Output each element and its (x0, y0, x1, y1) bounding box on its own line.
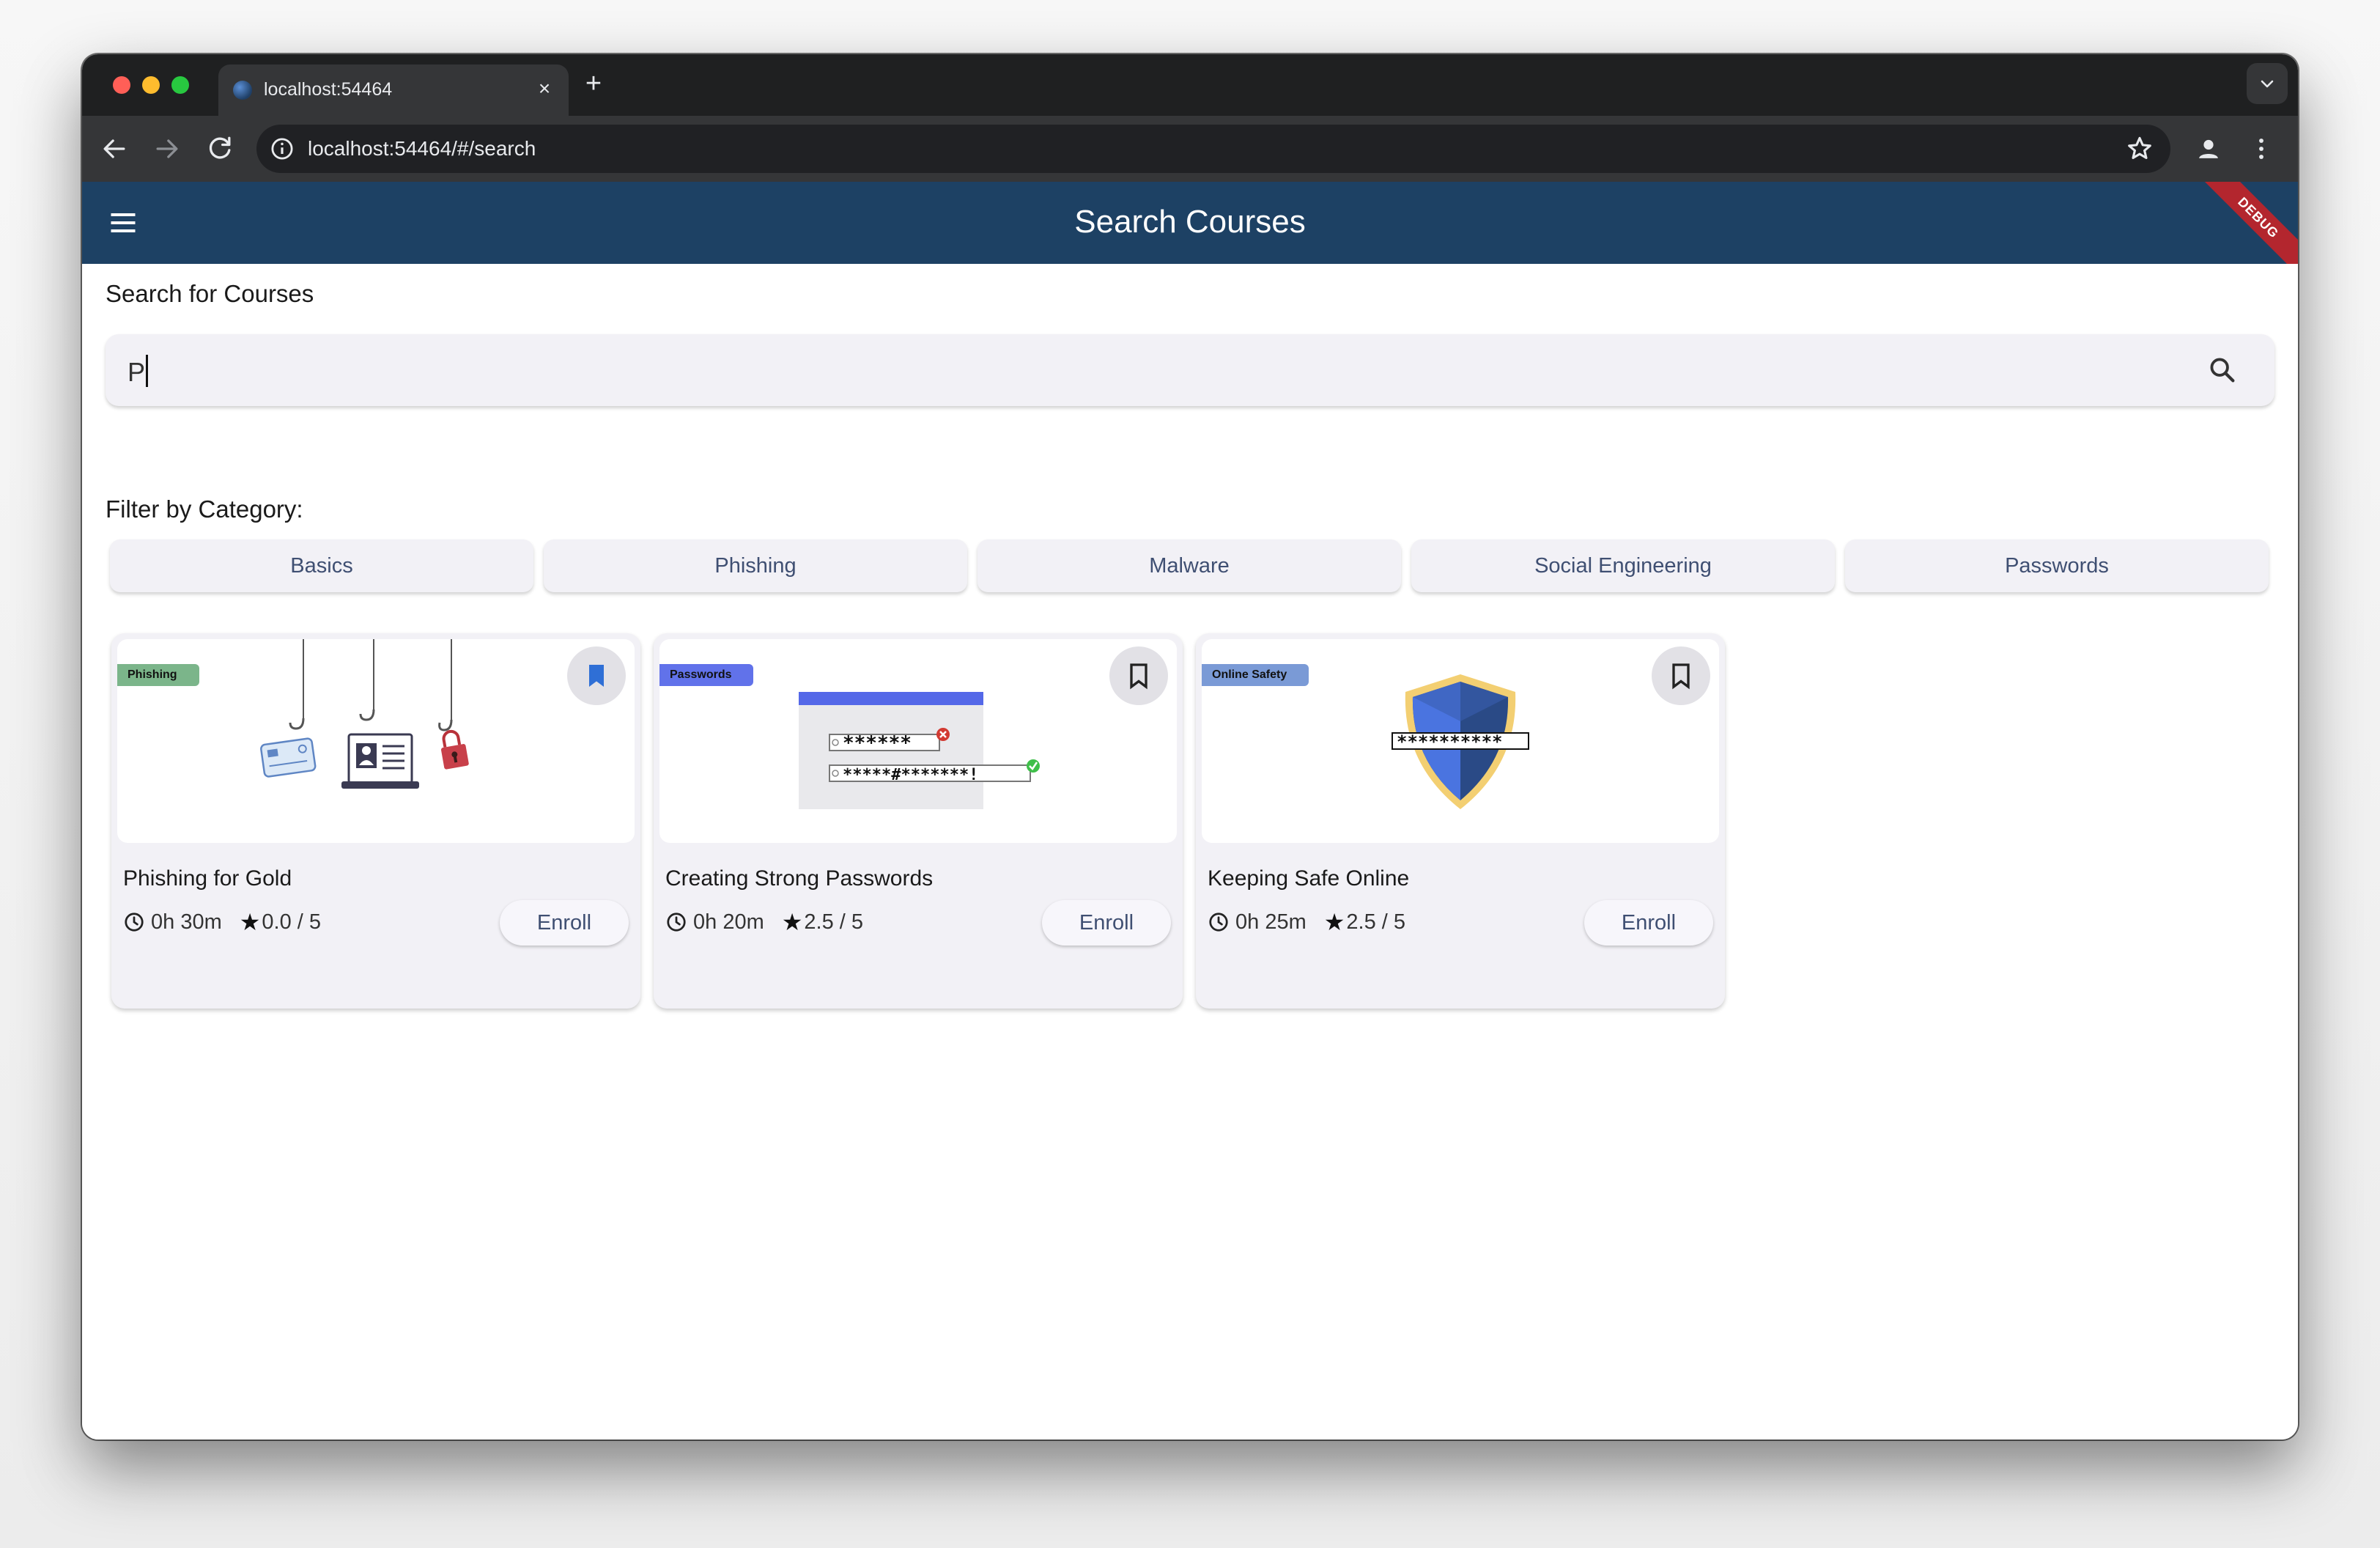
search-page: Search for Courses P Filter by Category:… (82, 264, 2298, 1440)
category-chip-social-engineering[interactable]: Social Engineering (1411, 539, 1835, 592)
course-rating: 2.5 / 5 (1346, 910, 1406, 934)
app-bar: Search Courses DEBUG (82, 182, 2298, 264)
bookmark-outline-icon (1672, 663, 1690, 690)
close-window-button[interactable] (113, 76, 130, 94)
bookmark-button[interactable] (1652, 646, 1710, 705)
bookmark-button[interactable] (1109, 646, 1168, 705)
course-duration: 0h 25m (1235, 910, 1307, 934)
search-heading: Search for Courses (106, 280, 314, 307)
text-caret (146, 355, 149, 387)
clock-icon (1209, 913, 1228, 932)
filter-heading: Filter by Category: (106, 495, 303, 523)
clock-icon (667, 913, 686, 932)
course-thumbnail: Phishing (117, 639, 635, 843)
star-icon: ★ (239, 909, 261, 935)
tab-close-icon[interactable]: × (533, 78, 555, 100)
course-category-tag: Passwords (659, 664, 754, 686)
new-tab-button[interactable]: + (577, 67, 610, 100)
reload-button[interactable] (204, 133, 236, 165)
credit-card-icon (260, 737, 317, 778)
tab-dropdown-button[interactable] (2247, 63, 2288, 104)
category-chip-basics[interactable]: Basics (110, 539, 533, 592)
course-thumbnail: ********** Online Safety (1202, 639, 1719, 843)
enroll-button[interactable]: Enroll (1584, 900, 1713, 946)
address-bar[interactable]: localhost:54464/#/search (256, 125, 2170, 173)
back-button[interactable] (98, 133, 130, 165)
clock-icon (125, 913, 144, 932)
page-title: Search Courses (1074, 204, 1306, 240)
star-icon: ★ (781, 909, 803, 935)
browser-toolbar: localhost:54464/#/search (82, 116, 2298, 182)
site-info-icon[interactable] (267, 133, 298, 164)
course-title: Phishing for Gold (123, 866, 292, 891)
weak-password-field: ****** (843, 732, 912, 754)
back-arrow-icon (103, 139, 125, 158)
reload-icon (209, 136, 231, 159)
url-text: localhost:54464/#/search (308, 137, 536, 160)
forward-arrow-icon (156, 139, 178, 158)
browser-menu-button[interactable] (2245, 133, 2277, 165)
course-title: Creating Strong Passwords (665, 866, 934, 891)
course-duration: 0h 20m (693, 910, 764, 934)
course-meta: 0h 20m ★ 2.5 / 5 (665, 907, 863, 937)
padlock-icon (440, 729, 469, 770)
profile-icon (2199, 139, 2218, 158)
enroll-button[interactable]: Enroll (500, 900, 629, 946)
strong-password-field: *****#*******! (843, 766, 978, 784)
course-card[interactable]: Phishing Phishing for Gold 0h 30m ★ 0.0 … (111, 633, 640, 1009)
category-filter-chips: Basics Phishing Malware Social Engineeri… (110, 539, 2272, 592)
search-input[interactable]: P (106, 334, 2274, 406)
search-input-value: P (128, 355, 149, 388)
masked-password-field: ********** (1397, 731, 1503, 752)
kebab-menu-icon (2259, 139, 2263, 159)
flutter-favicon-icon (233, 81, 252, 100)
chevron-down-icon (2261, 80, 2274, 88)
course-rating: 0.0 / 5 (262, 910, 322, 934)
tab-strip: localhost:54464 × + (82, 54, 2298, 116)
category-chip-phishing[interactable]: Phishing (544, 539, 967, 592)
course-duration: 0h 30m (151, 910, 222, 934)
browser-tab[interactable]: localhost:54464 × (218, 64, 569, 116)
course-category-tag: Online Safety (1202, 664, 1309, 686)
profile-button[interactable] (2192, 133, 2225, 165)
forward-button[interactable] (151, 133, 183, 165)
course-title: Keeping Safe Online (1208, 866, 1410, 891)
star-icon: ★ (1323, 909, 1345, 935)
bookmark-star-icon[interactable] (2124, 133, 2156, 165)
course-category-tag: Phishing (117, 664, 199, 686)
course-card[interactable]: ****** *****#*******! Passwords Creating… (654, 633, 1183, 1009)
course-meta: 0h 30m ★ 0.0 / 5 (123, 907, 321, 937)
tab-title: localhost:54464 (264, 79, 393, 100)
bookmark-button[interactable] (567, 646, 626, 705)
category-chip-malware[interactable]: Malware (978, 539, 1401, 592)
zoom-window-button[interactable] (171, 76, 189, 94)
course-meta: 0h 25m ★ 2.5 / 5 (1208, 907, 1405, 937)
enroll-button[interactable]: Enroll (1042, 900, 1171, 946)
bookmark-filled-icon (589, 665, 604, 687)
bookmark-outline-icon (1130, 663, 1148, 690)
course-card[interactable]: ********** Online Safety Keeping Safe On… (1196, 633, 1725, 1009)
course-thumbnail: ****** *****#*******! Passwords (659, 639, 1177, 843)
course-rating: 2.5 / 5 (804, 910, 864, 934)
category-chip-passwords[interactable]: Passwords (1845, 539, 2269, 592)
search-icon[interactable] (2206, 353, 2239, 387)
desktop-background: localhost:54464 × + localhost:54464/#/se… (0, 0, 2380, 1548)
minimize-window-button[interactable] (142, 76, 160, 94)
browser-window: localhost:54464 × + localhost:54464/#/se… (82, 54, 2298, 1440)
id-laptop-icon (341, 733, 419, 789)
